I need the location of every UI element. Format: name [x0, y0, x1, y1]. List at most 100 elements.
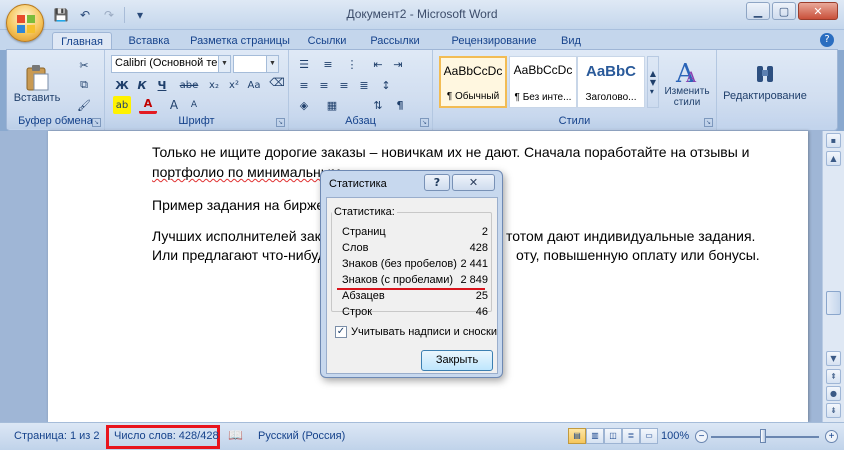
print-layout-icon[interactable]: ▤: [568, 428, 586, 444]
stat-value: 2 849: [460, 274, 488, 286]
justify-icon[interactable]: ≣: [355, 76, 373, 94]
document-line: портфолио по минимальным: [152, 164, 340, 180]
proofing-icon[interactable]: 📖: [228, 428, 243, 442]
tab-page-layout[interactable]: Разметка страницы: [188, 32, 292, 50]
checkmark-icon[interactable]: ✓: [335, 326, 347, 338]
editing-button[interactable]: Редактирование: [721, 56, 809, 110]
align-center-icon[interactable]: ≡: [315, 76, 333, 94]
previous-page-icon[interactable]: ⇞: [826, 369, 841, 384]
italic-button[interactable]: К: [133, 76, 151, 94]
cut-icon[interactable]: ✂: [75, 56, 93, 74]
bullets-icon[interactable]: ☰: [295, 55, 313, 73]
show-marks-button[interactable]: ¶: [391, 96, 409, 114]
scroll-up-icon[interactable]: ▲: [826, 151, 841, 166]
zoom-slider-thumb[interactable]: [760, 429, 766, 443]
font-color-button[interactable]: A: [139, 96, 157, 114]
shrink-font-button[interactable]: A: [185, 96, 203, 114]
scroll-down-icon[interactable]: ▼: [826, 351, 841, 366]
tab-view[interactable]: Вид: [556, 32, 586, 50]
scroll-thumb[interactable]: [826, 291, 841, 315]
tab-review[interactable]: Рецензирование: [446, 32, 542, 50]
checkbox-label: Учитывать надписи и сноски: [351, 326, 497, 338]
line-spacing-icon[interactable]: ↕: [377, 76, 395, 94]
zoom-in-icon[interactable]: +: [825, 430, 838, 443]
office-button[interactable]: [6, 4, 44, 42]
copy-icon[interactable]: ⧉: [75, 76, 93, 94]
document-line: Только не ищите дорогие заказы – новичка…: [152, 144, 750, 160]
clipboard-launcher-icon[interactable]: ↘: [92, 118, 101, 127]
zoom-out-icon[interactable]: −: [695, 430, 708, 443]
dialog-close-icon[interactable]: ✕: [452, 174, 495, 191]
stat-value: 46: [475, 306, 488, 318]
font-launcher-icon[interactable]: ↘: [276, 118, 285, 127]
change-case-button[interactable]: Aa: [245, 76, 263, 94]
tab-home[interactable]: Главная: [52, 32, 112, 50]
help-icon[interactable]: ?: [820, 33, 834, 47]
change-styles-button[interactable]: A A Изменить стили: [661, 54, 713, 112]
superscript-button[interactable]: x²: [225, 76, 243, 94]
strikethrough-button[interactable]: abe: [177, 76, 201, 94]
borders-icon[interactable]: ▦: [323, 96, 341, 114]
close-dialog-button[interactable]: Закрыть: [421, 350, 493, 371]
status-word-count[interactable]: Число слов: 428/428: [114, 430, 219, 442]
align-right-icon[interactable]: ≡: [335, 76, 353, 94]
style-normal-sample: AaBbCcDc: [443, 64, 503, 78]
sort-icon[interactable]: ⇅: [369, 96, 387, 114]
paragraph-launcher-icon[interactable]: ↘: [420, 118, 429, 127]
browse-object-icon[interactable]: ●: [826, 386, 841, 401]
minimize-button[interactable]: ▁: [746, 2, 770, 20]
next-page-icon[interactable]: ⇟: [826, 403, 841, 418]
font-size-combo[interactable]: ▼: [233, 55, 279, 73]
align-left-icon[interactable]: ≡: [295, 76, 313, 94]
web-layout-icon[interactable]: ◫: [604, 428, 622, 444]
clear-formatting-icon[interactable]: ⌫: [267, 72, 287, 92]
styles-scroll[interactable]: ▲ ▼ ▾: [647, 56, 659, 108]
window-title: Документ2 - Microsoft Word: [346, 7, 498, 21]
grow-font-button[interactable]: A: [165, 96, 183, 114]
bold-button[interactable]: Ж: [113, 76, 131, 94]
maximize-button[interactable]: ▢: [772, 2, 796, 20]
style-heading-name: Заголово...: [585, 92, 637, 103]
change-styles-label: Изменить стили: [664, 86, 710, 108]
font-name-combo[interactable]: Calibri (Основной те ▼: [111, 55, 231, 73]
decrease-indent-icon[interactable]: ⇤: [369, 55, 387, 73]
style-heading-1[interactable]: AaBbC Заголово...: [577, 56, 645, 108]
outline-icon[interactable]: ≣: [622, 428, 640, 444]
dialog-body: Статистика: Страниц 2 Слов 428 Знаков (б…: [326, 197, 498, 374]
full-screen-reading-icon[interactable]: ▥: [586, 428, 604, 444]
underline-button[interactable]: Ч: [153, 76, 171, 94]
clipboard-group-label: Буфер обмена: [7, 115, 104, 129]
paste-icon: [26, 65, 49, 91]
styles-group-label: Стили: [433, 115, 716, 129]
styles-launcher-icon[interactable]: ↘: [704, 118, 713, 127]
dialog-help-button[interactable]: ?: [424, 174, 450, 191]
increase-indent-icon[interactable]: ⇥: [389, 55, 407, 73]
multilevel-list-icon[interactable]: ⋮: [343, 55, 361, 73]
tab-mailings[interactable]: Рассылки: [366, 32, 424, 50]
window-controls: ▁ ▢ ✕: [746, 2, 838, 20]
status-language[interactable]: Русский (Россия): [258, 430, 345, 442]
close-button[interactable]: ✕: [798, 2, 838, 20]
style-no-spacing[interactable]: AaBbCcDc ¶ Без инте...: [509, 56, 577, 108]
highlight-button[interactable]: ab: [113, 96, 131, 114]
format-painter-icon[interactable]: 🖌: [75, 96, 93, 114]
chevron-down-icon[interactable]: ▼: [266, 56, 278, 72]
status-page[interactable]: Страница: 1 из 2: [14, 430, 100, 442]
numbering-icon[interactable]: ≡: [319, 55, 337, 73]
ribbon: Вставить ✂ ⧉ 🖌 Буфер обмена ↘ Calibri (О…: [6, 49, 838, 131]
include-textboxes-checkbox[interactable]: ✓ Учитывать надписи и сноски: [335, 326, 497, 338]
stat-label: Строк: [342, 306, 373, 318]
ruler-toggle-icon[interactable]: ▪: [826, 133, 841, 148]
chevron-down-icon[interactable]: ▼: [218, 56, 230, 72]
tab-references[interactable]: Ссылки: [304, 32, 350, 50]
vertical-scrollbar[interactable]: ▪ ▲ ▼ ⇞ ● ⇟: [822, 131, 844, 422]
document-line-text: портфолио по минимальным: [152, 164, 341, 180]
paste-button[interactable]: Вставить: [14, 56, 60, 112]
draft-icon[interactable]: ▭: [640, 428, 658, 444]
tab-insert[interactable]: Вставка: [120, 32, 178, 50]
shading-icon[interactable]: ◈: [295, 96, 313, 114]
office-logo-icon: [17, 15, 35, 33]
style-normal[interactable]: AaBbCcDc ¶ Обычный: [439, 56, 507, 108]
subscript-button[interactable]: x₂: [205, 76, 223, 94]
zoom-level[interactable]: 100%: [661, 430, 689, 442]
